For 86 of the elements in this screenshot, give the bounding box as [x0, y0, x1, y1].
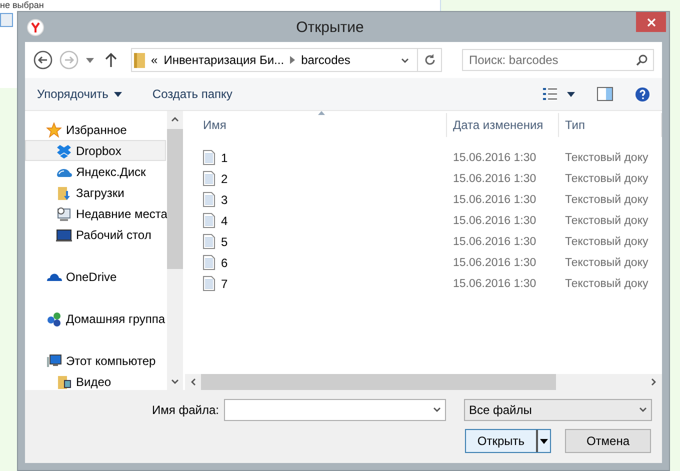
search-field[interactable]: Поиск: barcodes — [462, 49, 654, 71]
filename-field[interactable] — [224, 399, 446, 421]
file-name[interactable]: 6 — [221, 256, 228, 270]
close-icon — [646, 18, 656, 26]
downloads-folder-icon — [56, 184, 72, 200]
date-cell-text: 15.06.2016 1:30 — [452, 236, 538, 248]
dropbox-icon — [56, 142, 72, 158]
caret-icon — [540, 438, 548, 444]
scroll-down-icon — [171, 379, 179, 385]
desktop-icon — [56, 226, 72, 242]
date-cell-text: 15.06.2016 1:30 — [452, 152, 538, 164]
horizontal-scrollbar[interactable] — [185, 374, 662, 390]
path-overflow[interactable]: « — [151, 53, 158, 67]
text-file-icon — [203, 213, 215, 228]
column-header[interactable]: Имя — [185, 113, 447, 137]
type-cell-text: Текстовый доку — [564, 236, 650, 248]
caret-icon — [567, 92, 575, 96]
date-cell-text: 15.06.2016 1:30 — [452, 194, 538, 206]
search-icon — [636, 54, 648, 66]
type-cell-text: Текстовый доку — [564, 256, 650, 268]
folder-icon — [134, 52, 145, 68]
recent-places-icon — [56, 206, 72, 222]
address-bar[interactable]: « Инвентаризация Би... barcodes — [131, 48, 442, 72]
status-text: не выбран — [0, 0, 44, 10]
text-file-icon — [203, 276, 215, 291]
nav-item[interactable]: Рабочий стол — [25, 224, 166, 245]
star-icon — [46, 122, 62, 138]
nav-item[interactable]: Загрузки — [25, 182, 166, 203]
homegroup-icon — [46, 310, 62, 326]
nav-group[interactable]: OneDrive — [25, 266, 166, 287]
type-cell-text: Текстовый доку — [564, 152, 650, 164]
toolbar-button[interactable]: Упорядочить — [37, 87, 122, 101]
nav-group[interactable]: Избранное — [25, 119, 166, 140]
sort-arrow-icon — [318, 111, 325, 115]
computer-icon — [46, 352, 62, 368]
toolbar-button[interactable]: Создать папку — [152, 87, 232, 101]
file-name[interactable]: 7 — [221, 276, 228, 290]
view-options-button[interactable] — [543, 88, 575, 100]
dropdown-icon — [433, 407, 441, 413]
file-name[interactable]: 3 — [221, 192, 228, 206]
nav-group[interactable]: Этот компьютер — [25, 350, 166, 371]
text-file-icon — [203, 234, 215, 249]
text-file-icon — [203, 192, 215, 207]
file-name[interactable]: 5 — [221, 234, 228, 248]
back-button[interactable] — [33, 50, 53, 70]
column-header[interactable]: Тип — [559, 113, 662, 137]
filename-label: Имя файла: — [152, 403, 219, 417]
type-cell-text: Текстовый доку — [564, 194, 650, 206]
separator-arrow-icon — [290, 56, 296, 64]
text-file-icon — [203, 171, 215, 186]
text-file-icon — [203, 150, 215, 165]
nav-group[interactable]: Домашняя группа — [25, 308, 166, 329]
cancel-button[interactable]: Отмена — [565, 429, 651, 453]
browser-logo-icon — [27, 18, 44, 36]
video-folder-icon — [56, 374, 72, 390]
file-name[interactable]: 2 — [221, 172, 228, 186]
text-file-icon — [203, 255, 215, 270]
date-cell-text: 15.06.2016 1:30 — [452, 256, 538, 268]
file-name[interactable]: 1 — [221, 150, 228, 164]
open-button[interactable]: Открыть — [465, 429, 551, 453]
type-cell-text: Текстовый доку — [564, 172, 650, 184]
vertical-scrollbar[interactable] — [167, 111, 183, 390]
dropdown-icon — [639, 407, 647, 413]
column-header[interactable]: Дата изменения — [447, 113, 559, 137]
date-cell-text: 15.06.2016 1:30 — [452, 214, 538, 226]
file-name[interactable]: 4 — [221, 214, 228, 228]
preview-pane-button[interactable] — [597, 87, 613, 101]
date-cell-text: 15.06.2016 1:30 — [452, 172, 538, 184]
type-cell-text: Текстовый доку — [564, 278, 650, 290]
type-cell-text: Текстовый доку — [564, 214, 650, 226]
address-dropdown-icon — [401, 58, 409, 64]
window-title: Открытие — [295, 18, 365, 36]
nav-item[interactable]: Видео — [25, 371, 166, 390]
date-cell-text: 15.06.2016 1:30 — [452, 278, 538, 290]
caret-icon — [114, 92, 122, 96]
file-type-dropdown[interactable]: Все файлы — [464, 399, 652, 421]
background-button[interactable] — [0, 13, 13, 27]
help-button[interactable] — [635, 86, 650, 102]
close-button[interactable] — [636, 12, 666, 32]
nav-item[interactable]: Dropbox — [25, 140, 166, 161]
scroll-up-icon — [171, 116, 179, 122]
caret-icon — [86, 58, 94, 62]
path-segment[interactable]: barcodes — [301, 53, 350, 67]
refresh-icon — [424, 54, 436, 66]
nav-item[interactable]: Яндекс.Диск — [25, 161, 166, 182]
path-segment[interactable]: Инвентаризация Би... — [164, 53, 284, 67]
